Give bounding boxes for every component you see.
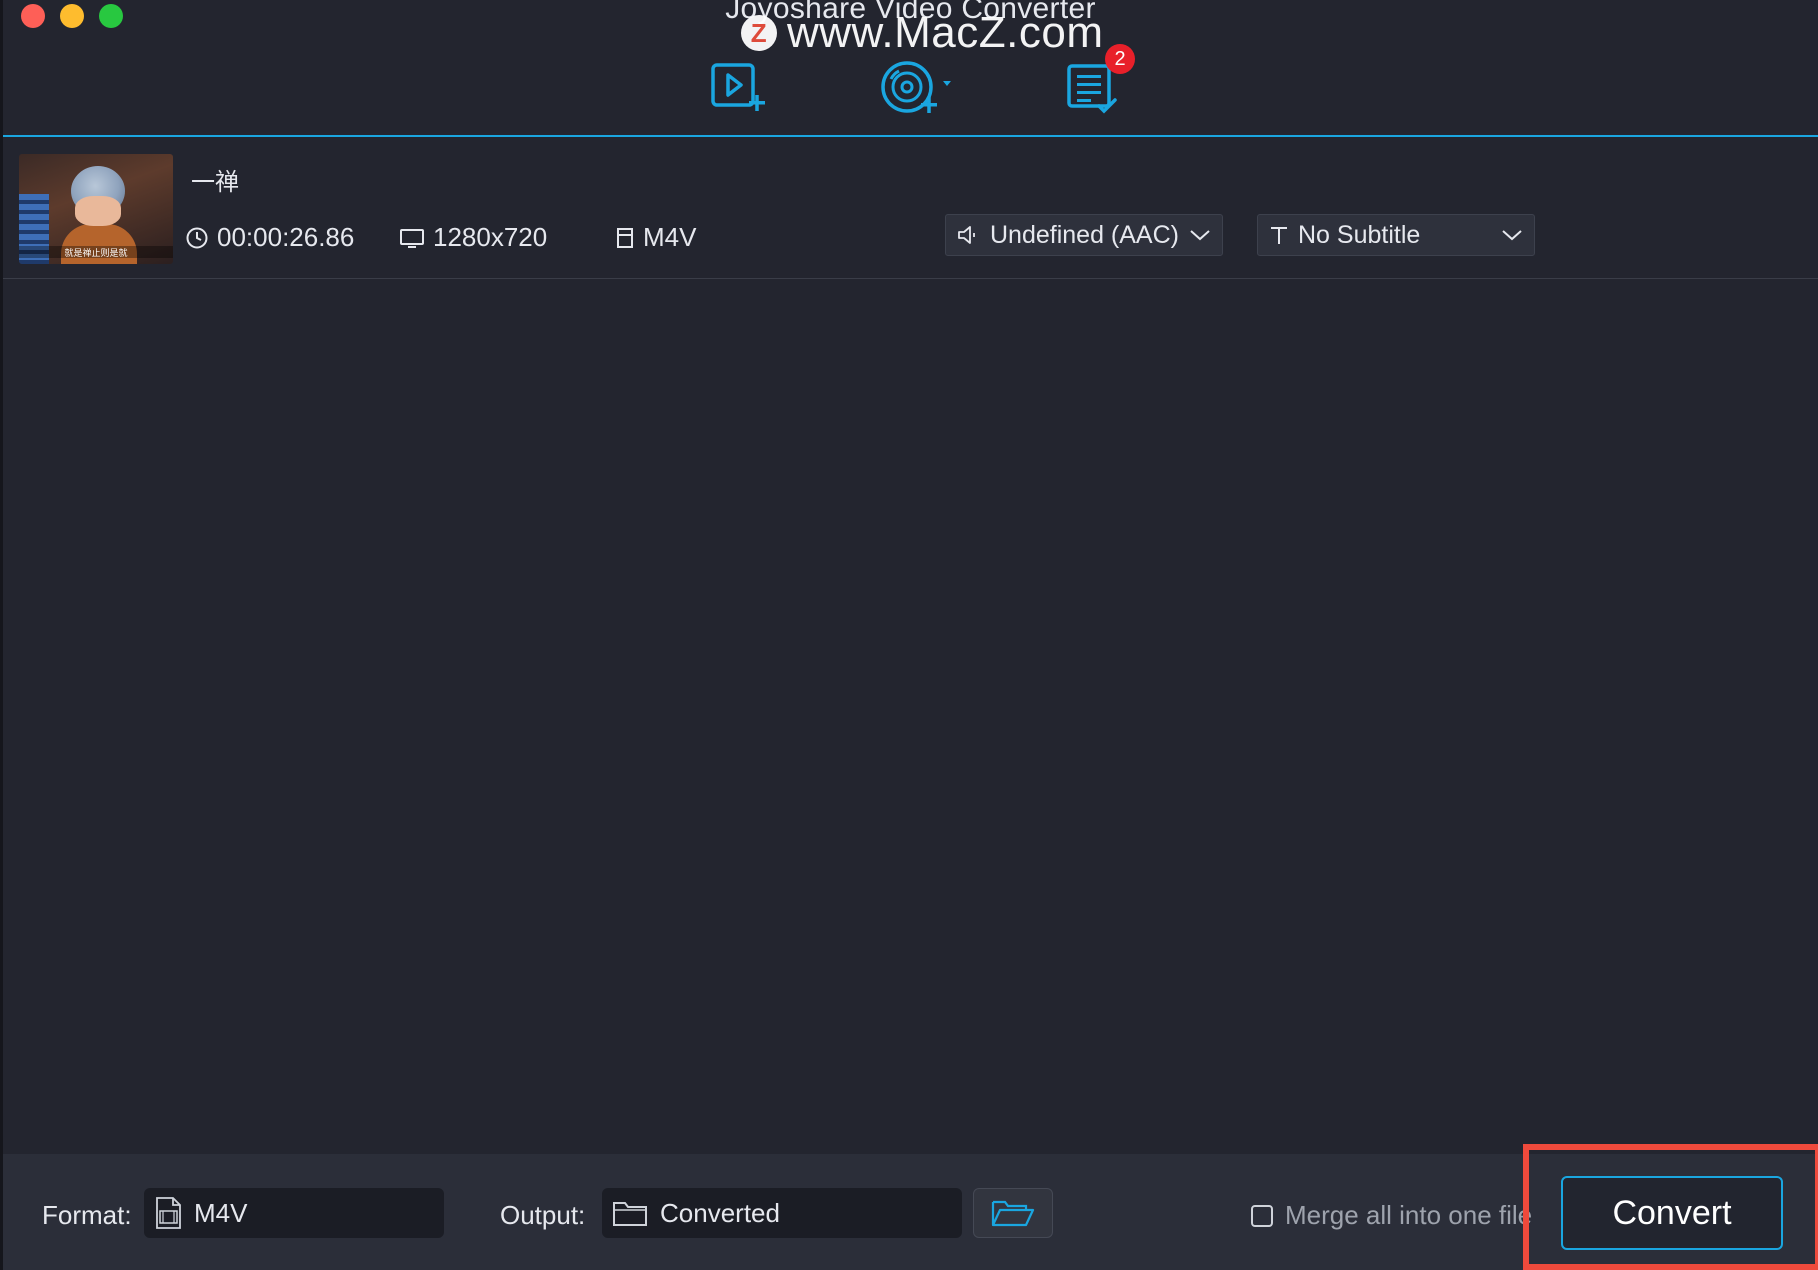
format-label: Format: bbox=[42, 1200, 132, 1230]
watermark-text: www.MacZ.com bbox=[787, 8, 1104, 57]
speaker-icon bbox=[958, 226, 975, 244]
monitor-icon bbox=[400, 228, 424, 248]
open-folder-icon bbox=[991, 1200, 1035, 1227]
output-format-value: M4V bbox=[194, 1197, 248, 1228]
resolution-value: 1280x720 bbox=[433, 222, 548, 252]
add-video-button[interactable] bbox=[699, 56, 779, 122]
video-thumbnail[interactable]: 就是禅止则是就 bbox=[19, 154, 173, 264]
chevron-down-icon bbox=[1190, 230, 1210, 241]
duration-value: 00:00:26.86 bbox=[217, 222, 355, 252]
add-video-icon bbox=[711, 63, 765, 111]
thumbnail-caption: 就是禅止则是就 bbox=[19, 246, 173, 258]
chevron-down-icon bbox=[1502, 230, 1522, 241]
merge-option[interactable]: Merge all into one file bbox=[1251, 1200, 1532, 1231]
file-list-area bbox=[3, 279, 1818, 1154]
merge-checkbox[interactable] bbox=[1251, 1204, 1273, 1227]
file-format-icon bbox=[617, 227, 633, 248]
format-info: M4V bbox=[615, 222, 696, 253]
clock-icon bbox=[186, 227, 208, 248]
history-button[interactable]: 2 bbox=[1053, 44, 1135, 122]
watermark: Z www.MacZ.com bbox=[741, 8, 1103, 58]
file-name: 一禅 bbox=[191, 169, 239, 196]
audio-track-dropdown[interactable]: Undefined (AAC) bbox=[945, 214, 1223, 256]
format-value: M4V bbox=[643, 222, 697, 252]
history-count-badge: 2 bbox=[1105, 44, 1135, 74]
subtitle-dropdown[interactable]: No Subtitle bbox=[1257, 214, 1535, 256]
output-folder-field[interactable]: Converted bbox=[602, 1188, 962, 1238]
title-bar: Joyoshare Video Converter Z www.MacZ.com bbox=[3, 0, 1818, 137]
convert-button[interactable]: Convert bbox=[1561, 1176, 1783, 1250]
film-file-icon bbox=[156, 1197, 181, 1229]
bottom-bar: Format: M4V Output: Converted Merge all … bbox=[3, 1154, 1818, 1270]
app-window: Joyoshare Video Converter Z www.MacZ.com bbox=[0, 0, 1818, 1270]
file-list-item[interactable]: 就是禅止则是就 一禅 00:00:26.86 1280x720 M4V Unde… bbox=[3, 138, 1818, 279]
add-dvd-button[interactable] bbox=[879, 56, 959, 122]
watermark-logo-icon: Z bbox=[741, 15, 777, 51]
resolution-info: 1280x720 bbox=[399, 222, 547, 253]
add-dvd-icon bbox=[881, 61, 951, 113]
folder-icon bbox=[613, 1202, 647, 1226]
duration-info: 00:00:26.86 bbox=[185, 222, 354, 253]
text-t-icon bbox=[1271, 227, 1287, 244]
browse-folder-button[interactable] bbox=[973, 1188, 1053, 1238]
output-format-selector[interactable]: M4V bbox=[144, 1188, 444, 1238]
subtitle-value: No Subtitle bbox=[1298, 220, 1421, 249]
audio-track-value: Undefined (AAC) bbox=[990, 220, 1179, 249]
title-divider bbox=[3, 135, 1818, 137]
output-label: Output: bbox=[500, 1200, 586, 1230]
output-folder-value: Converted bbox=[660, 1197, 780, 1228]
merge-label: Merge all into one file bbox=[1285, 1200, 1533, 1230]
thumbnail-character-face bbox=[75, 196, 121, 226]
